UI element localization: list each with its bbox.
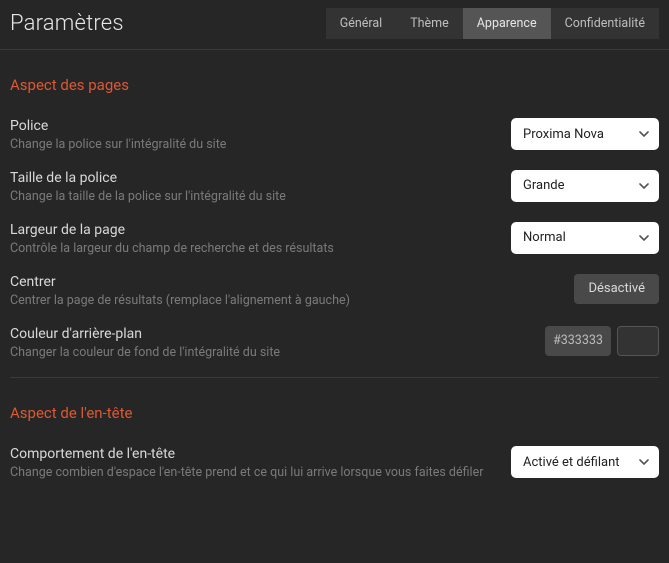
select-header-behavior[interactable]: Activé et défilant bbox=[511, 446, 659, 478]
bg-color-hex[interactable]: #333333 bbox=[545, 326, 611, 356]
chevron-down-icon bbox=[639, 235, 649, 241]
label-font: Police bbox=[10, 118, 491, 134]
toggle-center-value: Désactivé bbox=[588, 281, 645, 296]
desc-bg-color: Changer la couleur de fond de l'intégral… bbox=[10, 345, 525, 362]
row-center: Centrer Centrer la page de résultats (re… bbox=[10, 274, 659, 310]
tab-privacy[interactable]: Confidentialité bbox=[551, 8, 659, 39]
bg-color-swatch[interactable] bbox=[617, 326, 659, 356]
row-text: Taille de la police Change la taille de … bbox=[10, 170, 491, 206]
select-font-size-value: Grande bbox=[523, 178, 564, 193]
select-page-width[interactable]: Normal bbox=[511, 222, 659, 254]
row-text: Police Change la police sur l'intégralit… bbox=[10, 118, 491, 154]
section-title-page: Aspect des pages bbox=[10, 76, 659, 94]
select-page-width-value: Normal bbox=[523, 230, 566, 245]
select-font[interactable]: Proxima Nova bbox=[511, 118, 659, 150]
desc-header-behavior: Change combien d'espace l'en-tête prend … bbox=[10, 465, 491, 482]
desc-center: Centrer la page de résultats (remplace l… bbox=[10, 293, 554, 310]
tab-theme[interactable]: Thème bbox=[396, 8, 463, 39]
label-center: Centrer bbox=[10, 274, 554, 290]
row-page-width: Largeur de la page Contrôle la largeur d… bbox=[10, 222, 659, 258]
row-text: Centrer Centrer la page de résultats (re… bbox=[10, 274, 554, 310]
settings-header: Paramètres Général Thème Apparence Confi… bbox=[0, 0, 669, 50]
select-font-value: Proxima Nova bbox=[523, 127, 604, 142]
row-text: Comportement de l'en-tête Change combien… bbox=[10, 446, 491, 482]
row-text: Couleur d'arrière-plan Changer la couleu… bbox=[10, 326, 525, 362]
row-header-behavior: Comportement de l'en-tête Change combien… bbox=[10, 446, 659, 482]
desc-font: Change la police sur l'intégralité du si… bbox=[10, 137, 491, 154]
select-font-size[interactable]: Grande bbox=[511, 170, 659, 202]
toggle-center[interactable]: Désactivé bbox=[574, 274, 659, 304]
row-bg-color: Couleur d'arrière-plan Changer la couleu… bbox=[10, 326, 659, 362]
select-header-behavior-value: Activé et défilant bbox=[523, 455, 620, 470]
chevron-down-icon bbox=[639, 131, 649, 137]
divider bbox=[10, 377, 659, 378]
desc-font-size: Change la taille de la police sur l'inté… bbox=[10, 189, 491, 206]
label-font-size: Taille de la police bbox=[10, 170, 491, 186]
chevron-down-icon bbox=[639, 183, 649, 189]
desc-page-width: Contrôle la largeur du champ de recherch… bbox=[10, 241, 491, 258]
row-text: Largeur de la page Contrôle la largeur d… bbox=[10, 222, 491, 258]
tabs: Général Thème Apparence Confidentialité bbox=[326, 8, 659, 39]
settings-content: Aspect des pages Police Change la police… bbox=[0, 50, 669, 482]
tab-appearance[interactable]: Apparence bbox=[463, 8, 551, 39]
label-header-behavior: Comportement de l'en-tête bbox=[10, 446, 491, 462]
label-page-width: Largeur de la page bbox=[10, 222, 491, 238]
row-font: Police Change la police sur l'intégralit… bbox=[10, 118, 659, 154]
color-group: #333333 bbox=[545, 326, 659, 356]
row-font-size: Taille de la police Change la taille de … bbox=[10, 170, 659, 206]
tab-general[interactable]: Général bbox=[326, 8, 397, 39]
chevron-down-icon bbox=[639, 459, 649, 465]
section-title-header: Aspect de l'en-tête bbox=[10, 404, 659, 422]
label-bg-color: Couleur d'arrière-plan bbox=[10, 326, 525, 342]
page-title: Paramètres bbox=[10, 11, 124, 36]
